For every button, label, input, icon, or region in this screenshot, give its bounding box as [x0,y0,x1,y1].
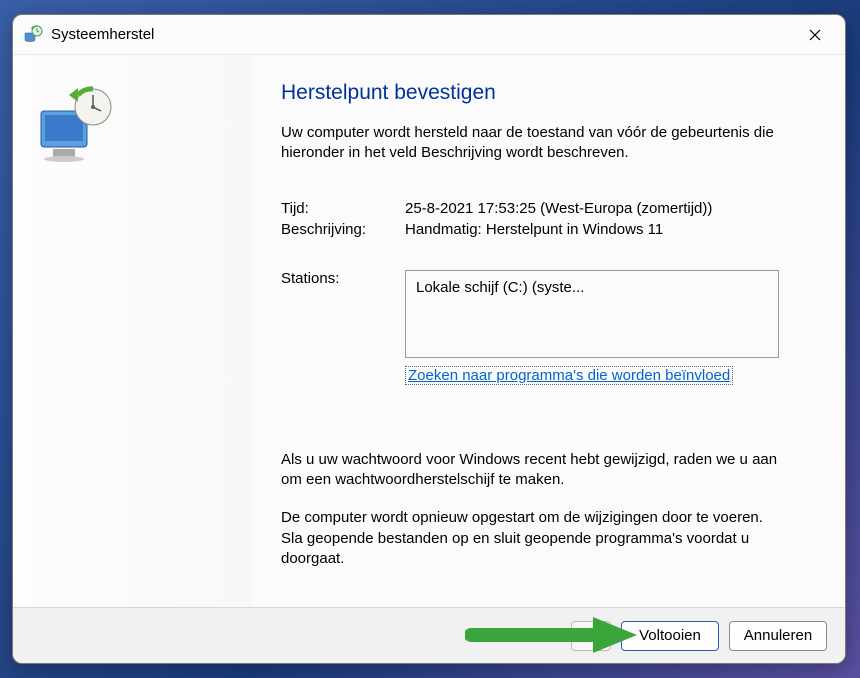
dialog-body: Herstelpunt bevestigen Uw computer wordt… [13,55,845,607]
window-title: Systeemherstel [51,26,154,43]
back-button[interactable] [571,621,611,651]
password-note: Als u uw wachtwoord voor Windows recent … [281,450,785,491]
stations-label: Stations: [281,270,405,385]
close-icon [809,29,821,41]
cancel-button[interactable]: Annuleren [729,621,827,651]
stations-cell: Lokale schijf (C:) (syste... Zoeken naar… [405,270,785,385]
time-value: 25-8-2021 17:53:25 (West-Europa (zomerti… [405,200,785,217]
page-heading: Herstelpunt bevestigen [281,81,785,105]
stations-listbox[interactable]: Lokale schijf (C:) (syste... [405,270,779,358]
details-grid: Tijd: 25-8-2021 17:53:25 (West-Europa (z… [281,200,785,385]
sidebar [13,55,253,607]
close-button[interactable] [795,20,835,50]
description-label: Beschrijving: [281,221,405,238]
content-area: Herstelpunt bevestigen Uw computer wordt… [253,55,845,607]
dialog-window: Systeemherstel [12,14,846,664]
finish-button[interactable]: Voltooien [621,621,719,651]
annotation-arrow-icon [465,613,645,657]
time-label: Tijd: [281,200,405,217]
system-restore-icon [23,25,43,45]
titlebar: Systeemherstel [13,15,845,55]
scan-affected-programs-link[interactable]: Zoeken naar programma's die worden beïnv… [405,366,733,385]
description-value: Handmatig: Herstelpunt in Windows 11 [405,221,785,238]
intro-text: Uw computer wordt hersteld naar de toest… [281,123,785,164]
station-item[interactable]: Lokale schijf (C:) (syste... [416,279,768,296]
restart-note: De computer wordt opnieuw opgestart om d… [281,508,785,569]
system-restore-hero-icon [33,85,123,165]
footer: Voltooien Annuleren [13,607,845,663]
